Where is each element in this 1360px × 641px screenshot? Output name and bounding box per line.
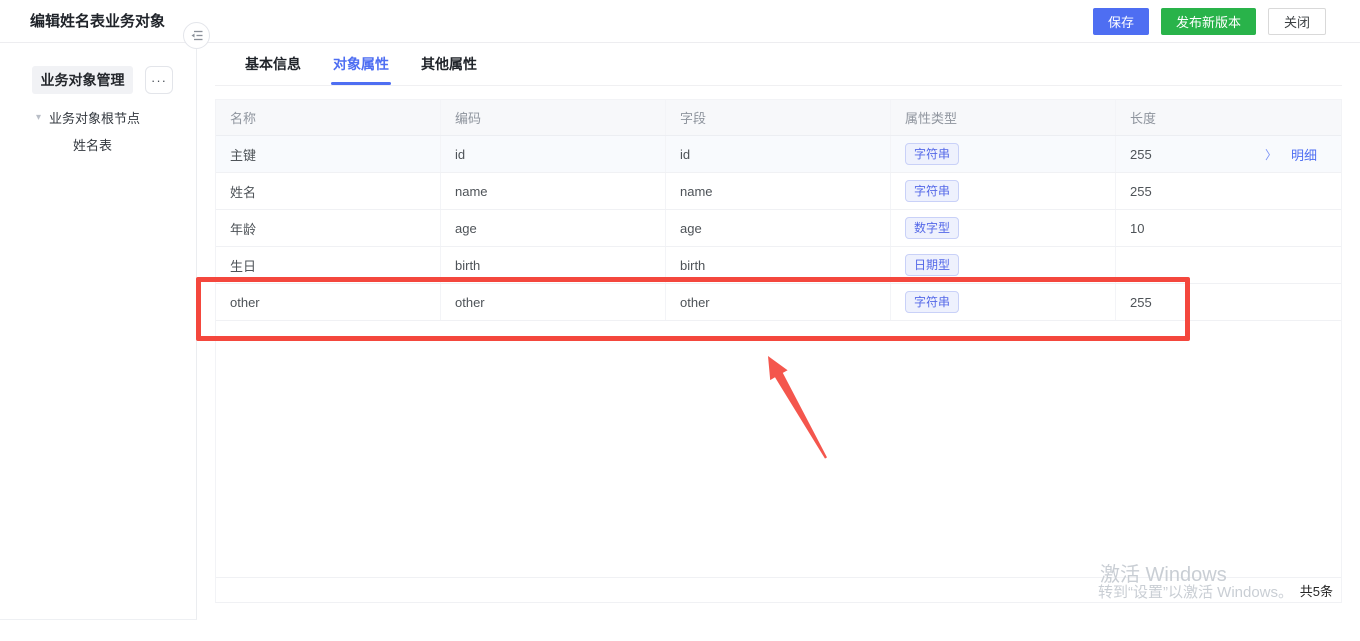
close-button[interactable]: 关闭 [1267, 8, 1326, 35]
tree-node-root[interactable]: ▾ 业务对象根节点 [36, 108, 140, 127]
collapse-sidebar-icon [191, 30, 202, 41]
type-badge: 字符串 [905, 180, 960, 202]
cell-type: 字符串 [891, 136, 1116, 172]
cell-name: 生日 [216, 247, 441, 283]
detail-link[interactable]: 〉 明细 [1265, 145, 1317, 164]
type-badge: 数字型 [905, 217, 960, 239]
sidebar: 业务对象管理 ··· ▾ 业务对象根节点 姓名表 [0, 43, 197, 620]
column-header-type: 属性类型 [891, 100, 1116, 135]
table-row[interactable]: 主键 id id 字符串 255 〉 明细 [216, 136, 1341, 173]
type-badge: 日期型 [905, 254, 960, 276]
cell-type: 字符串 [891, 173, 1116, 209]
tab-other-attributes[interactable]: 其他属性 [421, 43, 477, 85]
app-window: 编辑姓名表业务对象 保存 发布新版本 关闭 业务对象管理 ··· ▾ 业务对象根… [0, 0, 1360, 641]
table-header-row: 名称 编码 字段 属性类型 长度 [216, 100, 1341, 136]
sidebar-title-business-object-management[interactable]: 业务对象管理 [32, 66, 133, 94]
cell-code: birth [441, 247, 666, 283]
cell-code: other [441, 284, 666, 320]
length-value: 255 [1130, 183, 1152, 199]
column-header-length: 长度 [1130, 111, 1157, 126]
total-count-label: 共5条 [1299, 583, 1333, 599]
more-actions-button[interactable]: ··· [145, 66, 173, 94]
attributes-table: 名称 编码 字段 属性类型 长度 主键 id id 字符串 255 〉 明细 姓… [215, 99, 1342, 603]
cell-code: age [441, 210, 666, 246]
cell-name: 主键 [216, 136, 441, 172]
column-header-code: 编码 [441, 100, 666, 135]
cell-field: id [666, 136, 891, 172]
length-value: 10 [1130, 220, 1145, 236]
tab-object-attributes[interactable]: 对象属性 [331, 43, 391, 85]
header-actions: 保存 发布新版本 关闭 [1092, 8, 1326, 35]
cell-length [1116, 247, 1341, 283]
cell-type: 数字型 [891, 210, 1116, 246]
cell-name: other [216, 284, 441, 320]
cell-code: id [441, 136, 666, 172]
windows-watermark-line2: 转到“设置”以激活 Windows。 [1098, 584, 1294, 601]
cell-length: 10 [1116, 210, 1341, 246]
cell-length: 255 [1116, 284, 1341, 320]
publish-new-version-button[interactable]: 发布新版本 [1160, 8, 1256, 35]
cell-length: 255 [1116, 173, 1341, 209]
type-badge: 字符串 [905, 291, 960, 313]
cell-field: other [666, 284, 891, 320]
tree-caret-icon[interactable]: ▾ [36, 112, 41, 123]
cell-type: 日期型 [891, 247, 1116, 283]
cell-length: 255 〉 明细 [1116, 136, 1341, 172]
tree-node-root-label: 业务对象根节点 [49, 111, 141, 126]
table-row[interactable]: 姓名 name name 字符串 255 [216, 173, 1341, 210]
tab-basic-info[interactable]: 基本信息 [245, 43, 301, 85]
tree-node-name-table[interactable]: 姓名表 [73, 135, 112, 154]
column-header-field: 字段 [666, 100, 891, 135]
table-row[interactable]: 年龄 age age 数字型 10 [216, 210, 1341, 247]
detail-link-label[interactable]: 明细 [1291, 145, 1317, 164]
cell-name: 姓名 [216, 173, 441, 209]
length-value: 255 [1130, 146, 1152, 162]
cell-field: birth [666, 247, 891, 283]
cell-code: name [441, 173, 666, 209]
cell-field: name [666, 173, 891, 209]
tab-bar: 基本信息 对象属性 其他属性 [215, 43, 1342, 86]
length-value: 255 [1130, 294, 1152, 310]
page-title: 编辑姓名表业务对象 [30, 13, 166, 30]
detail-chevron-icon[interactable]: 〉 [1265, 146, 1277, 163]
table-row[interactable]: 生日 birth birth 日期型 [216, 247, 1341, 284]
column-header-name: 名称 [216, 100, 441, 135]
table-row[interactable]: other other other 字符串 255 [216, 284, 1341, 321]
cell-field: age [666, 210, 891, 246]
type-badge: 字符串 [905, 143, 960, 165]
tree-node-child-label: 姓名表 [73, 138, 113, 153]
save-button[interactable]: 保存 [1092, 8, 1149, 35]
collapse-sidebar-button[interactable] [183, 22, 210, 49]
cell-type: 字符串 [891, 284, 1116, 320]
cell-name: 年龄 [216, 210, 441, 246]
